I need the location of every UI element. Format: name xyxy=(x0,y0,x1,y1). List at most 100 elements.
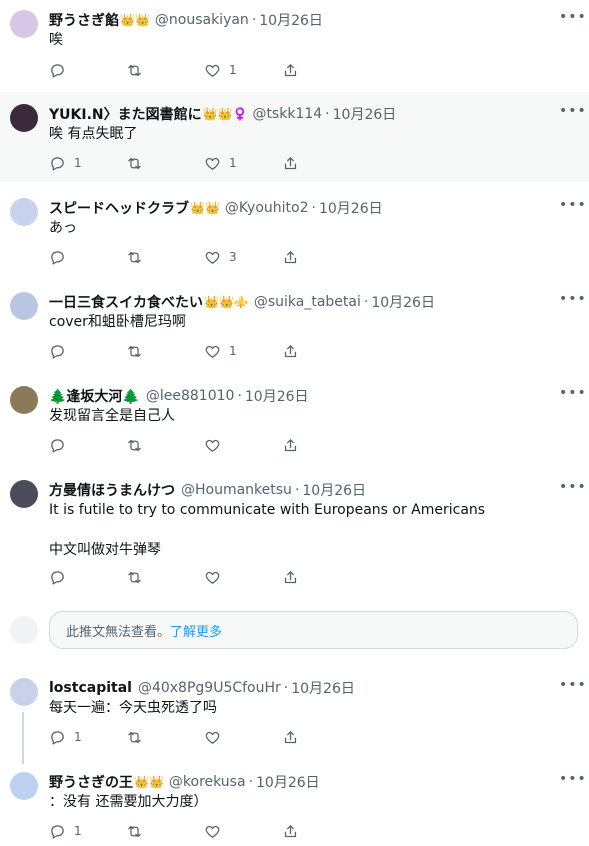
like-button[interactable]: 1 xyxy=(204,61,237,79)
timestamp[interactable]: 10月26日 xyxy=(256,772,320,792)
separator-dot: · xyxy=(294,482,300,498)
handle[interactable]: @nousakiyan xyxy=(155,12,249,28)
tweet[interactable]: YUKI.N〉また図書館に 👑👑♀️ @tskk114 · 10月26日 •••… xyxy=(0,92,589,182)
avatar[interactable] xyxy=(10,678,38,706)
more-options-icon[interactable]: ••• xyxy=(559,10,586,26)
more-options-icon[interactable]: ••• xyxy=(559,772,586,788)
display-name[interactable]: YUKI.N〉また図書館に xyxy=(49,104,202,124)
tweet-text: 唉 xyxy=(49,32,63,48)
tweet[interactable]: スピードヘッドクラブ 👑👑 @Kyouhito2 · 10月26日 ••• あっ… xyxy=(0,186,589,276)
tweet[interactable]: lostcapital @40x8Pg9U5CfouHr · 10月26日 ••… xyxy=(0,666,589,756)
avatar[interactable] xyxy=(10,480,38,508)
heart-icon xyxy=(205,251,220,264)
more-options-icon[interactable]: ••• xyxy=(559,198,586,214)
tweet[interactable]: 野うさぎの王 👑👑 @korekusa · 10月26日 ••• ：没有 还需要… xyxy=(0,760,589,846)
like-button[interactable]: 1 xyxy=(204,154,237,172)
like-button[interactable] xyxy=(204,568,229,586)
retweet-button[interactable] xyxy=(126,436,151,454)
more-options-icon[interactable]: ••• xyxy=(559,386,586,402)
reply-button[interactable] xyxy=(49,61,74,79)
tweet-header: 野うさぎの王 👑👑 @korekusa · 10月26日 xyxy=(49,772,320,792)
reply-button[interactable] xyxy=(49,248,74,266)
like-button[interactable] xyxy=(204,436,229,454)
share-button[interactable] xyxy=(282,61,299,79)
reply-button[interactable]: 1 xyxy=(49,822,82,840)
handle[interactable]: @Kyouhito2 xyxy=(225,200,309,216)
more-options-icon[interactable]: ••• xyxy=(559,104,586,120)
action-bar: 1 1 xyxy=(49,154,309,172)
like-button[interactable]: 1 xyxy=(204,342,237,360)
avatar[interactable] xyxy=(10,292,38,320)
avatar[interactable] xyxy=(10,386,38,414)
retweet-button[interactable] xyxy=(126,728,151,746)
reply-button[interactable] xyxy=(49,342,74,360)
retweet-button[interactable] xyxy=(126,154,151,172)
display-name[interactable]: 一日三食スイカ食べたい xyxy=(49,292,203,312)
retweet-button[interactable] xyxy=(126,248,151,266)
retweet-button[interactable] xyxy=(126,61,151,79)
share-button[interactable] xyxy=(282,248,299,266)
handle[interactable]: @korekusa xyxy=(169,774,246,790)
reply-button[interactable]: 1 xyxy=(49,154,82,172)
learn-more-link[interactable]: 了解更多 xyxy=(170,621,222,640)
share-button[interactable] xyxy=(282,568,299,586)
like-button[interactable] xyxy=(204,822,229,840)
share-button[interactable] xyxy=(282,822,299,840)
display-name[interactable]: 🌲逢坂大河🌲 xyxy=(49,386,140,406)
avatar[interactable] xyxy=(10,198,38,226)
reply-button[interactable]: 1 xyxy=(49,728,82,746)
tweet-header: 一日三食スイカ食べたい 👑👑⚜️ @suika_tabetai · 10月26日 xyxy=(49,292,435,312)
share-button[interactable] xyxy=(282,728,299,746)
tweet[interactable]: 野うさぎ餡 👑👑 @nousakiyan · 10月26日 ••• 唉 1 xyxy=(0,0,589,90)
like-count: 1 xyxy=(229,63,237,77)
timestamp[interactable]: 10月26日 xyxy=(302,480,366,500)
timestamp[interactable]: 10月26日 xyxy=(245,386,309,406)
action-bar xyxy=(49,568,309,586)
name-emoji: 👑👑 xyxy=(190,201,220,215)
handle[interactable]: @lee881010 xyxy=(146,388,235,404)
avatar[interactable] xyxy=(10,10,38,38)
timestamp[interactable]: 10月26日 xyxy=(371,292,435,312)
handle[interactable]: @suika_tabetai xyxy=(254,294,361,310)
heart-icon xyxy=(205,571,220,584)
separator-dot: · xyxy=(363,294,369,310)
handle[interactable]: @Houmanketsu xyxy=(181,482,292,498)
more-options-icon[interactable]: ••• xyxy=(559,480,586,496)
like-button[interactable] xyxy=(204,728,229,746)
share-icon xyxy=(284,156,297,169)
share-button[interactable] xyxy=(282,342,299,360)
share-button[interactable] xyxy=(282,436,299,454)
display-name[interactable]: 野うさぎ餡 xyxy=(49,10,119,30)
tweet-text: あっ xyxy=(49,220,77,236)
avatar[interactable] xyxy=(10,772,38,800)
more-options-icon[interactable]: ••• xyxy=(559,292,586,308)
tweet[interactable]: 🌲逢坂大河🌲 @lee881010 · 10月26日 ••• 发现留言全是自己人 xyxy=(0,374,589,464)
like-button[interactable]: 3 xyxy=(204,248,237,266)
handle[interactable]: @tskk114 xyxy=(252,106,322,122)
display-name[interactable]: lostcapital xyxy=(49,680,132,696)
reply-button[interactable] xyxy=(49,436,74,454)
share-icon xyxy=(284,824,297,837)
tweet[interactable]: 一日三食スイカ食べたい 👑👑⚜️ @suika_tabetai · 10月26日… xyxy=(0,280,589,370)
timestamp[interactable]: 10月26日 xyxy=(319,198,383,218)
reply-button[interactable] xyxy=(49,568,74,586)
timestamp[interactable]: 10月26日 xyxy=(333,104,397,124)
retweet-button[interactable] xyxy=(126,568,151,586)
retweet-button[interactable] xyxy=(126,342,151,360)
display-name[interactable]: スピードヘッドクラブ xyxy=(49,198,189,218)
tweet[interactable]: 方曼倩ほうまんけつ @Houmanketsu · 10月26日 ••• It i… xyxy=(0,468,589,598)
retweet-icon xyxy=(128,157,141,169)
tweet-header: 🌲逢坂大河🌲 @lee881010 · 10月26日 xyxy=(49,386,309,406)
display-name[interactable]: 野うさぎの王 xyxy=(49,772,133,792)
share-button[interactable] xyxy=(282,154,299,172)
timestamp[interactable]: 10月26日 xyxy=(259,10,323,30)
retweet-icon xyxy=(128,825,141,837)
display-name[interactable]: 方曼倩ほうまんけつ xyxy=(49,480,175,500)
avatar[interactable] xyxy=(10,104,38,132)
reply-count: 1 xyxy=(74,156,82,170)
timestamp[interactable]: 10月26日 xyxy=(291,678,355,698)
more-options-icon[interactable]: ••• xyxy=(559,678,586,694)
separator-dot: · xyxy=(311,200,316,216)
retweet-button[interactable] xyxy=(126,822,151,840)
handle[interactable]: @40x8Pg9U5CfouHr xyxy=(138,680,281,696)
